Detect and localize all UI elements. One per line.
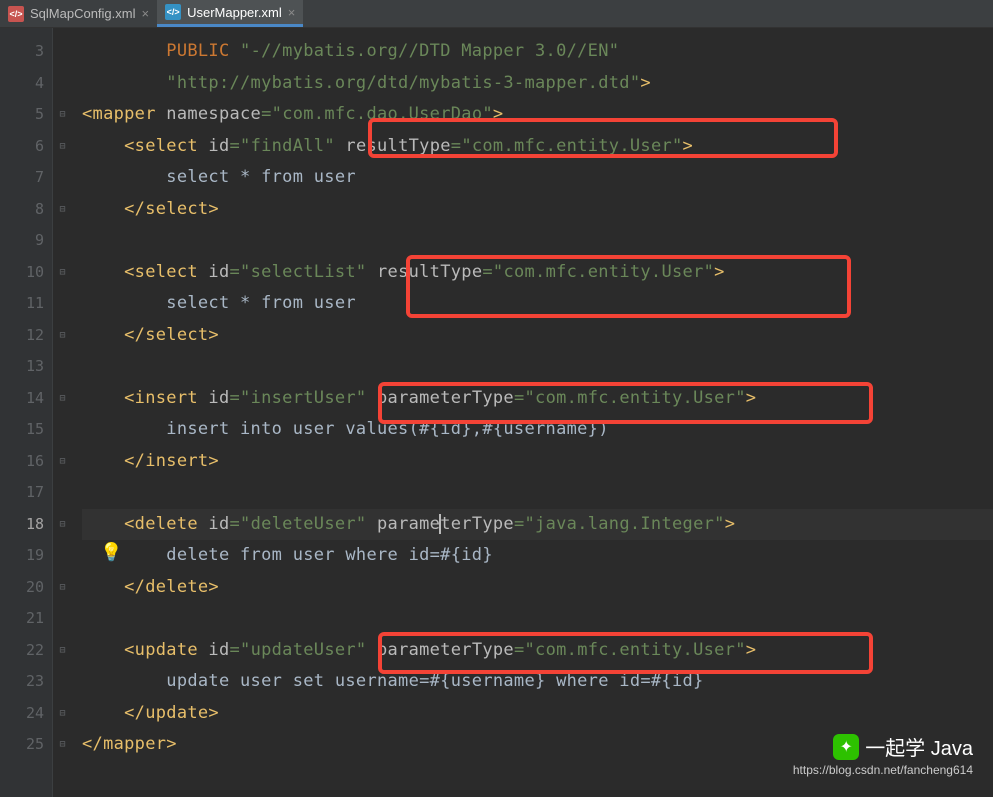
code-line: </insert> (82, 446, 993, 478)
close-icon[interactable]: × (288, 5, 296, 20)
fold-column: ⊟⊟⊟⊟⊟⊟⊟⊟⊟⊟⊟⊟ (52, 28, 72, 797)
code-line: <update id="updateUser" parameterType="c… (82, 635, 993, 667)
code-line: update user set username=#{username} whe… (82, 666, 993, 698)
intention-bulb-icon[interactable]: 💡 (100, 542, 122, 563)
code-line: select * from user (82, 162, 993, 194)
code-line: <select id="selectList" resultType="com.… (82, 257, 993, 289)
code-line: PUBLIC "-//mybatis.org//DTD Mapper 3.0//… (82, 36, 993, 68)
wechat-icon: ✦ (833, 734, 859, 760)
code-line-current: <delete id="deleteUser" parameterType="j… (82, 509, 993, 541)
code-line (82, 225, 993, 257)
code-line: </select> (82, 194, 993, 226)
tab-sqlmapconfig[interactable]: </> SqlMapConfig.xml × (0, 0, 157, 27)
code-line: "http://mybatis.org/dtd/mybatis-3-mapper… (82, 68, 993, 100)
code-line (82, 477, 993, 509)
code-area[interactable]: PUBLIC "-//mybatis.org//DTD Mapper 3.0//… (72, 28, 993, 797)
tab-usermapper[interactable]: </> UserMapper.xml × (157, 0, 303, 27)
xml-file-icon: </> (8, 6, 24, 22)
tab-label: SqlMapConfig.xml (30, 6, 136, 21)
watermark-url: https://blog.csdn.net/fancheng614 (793, 763, 973, 777)
code-line: select * from user (82, 288, 993, 320)
code-line (82, 603, 993, 635)
code-line (82, 351, 993, 383)
code-line: insert into user values(#{id},#{username… (82, 414, 993, 446)
code-line: <mapper namespace="com.mfc.dao.UserDao"> (82, 99, 993, 131)
code-line: </select> (82, 320, 993, 352)
xml-file-icon: </> (165, 4, 181, 20)
tab-label: UserMapper.xml (187, 5, 282, 20)
code-line: <select id="findAll" resultType="com.mfc… (82, 131, 993, 163)
code-editor[interactable]: 345678910111213141516171819202122232425 … (0, 28, 993, 797)
watermark: ✦ 一起学 Java https://blog.csdn.net/fanchen… (793, 732, 973, 777)
line-number-gutter: 345678910111213141516171819202122232425 (0, 28, 52, 797)
tab-bar: </> SqlMapConfig.xml × </> UserMapper.xm… (0, 0, 993, 28)
close-icon[interactable]: × (142, 6, 150, 21)
code-line: </delete> (82, 572, 993, 604)
code-line: <insert id="insertUser" parameterType="c… (82, 383, 993, 415)
code-line: </update> (82, 698, 993, 730)
watermark-title: 一起学 Java (865, 732, 973, 761)
code-line: delete from user where id=#{id} (82, 540, 993, 572)
